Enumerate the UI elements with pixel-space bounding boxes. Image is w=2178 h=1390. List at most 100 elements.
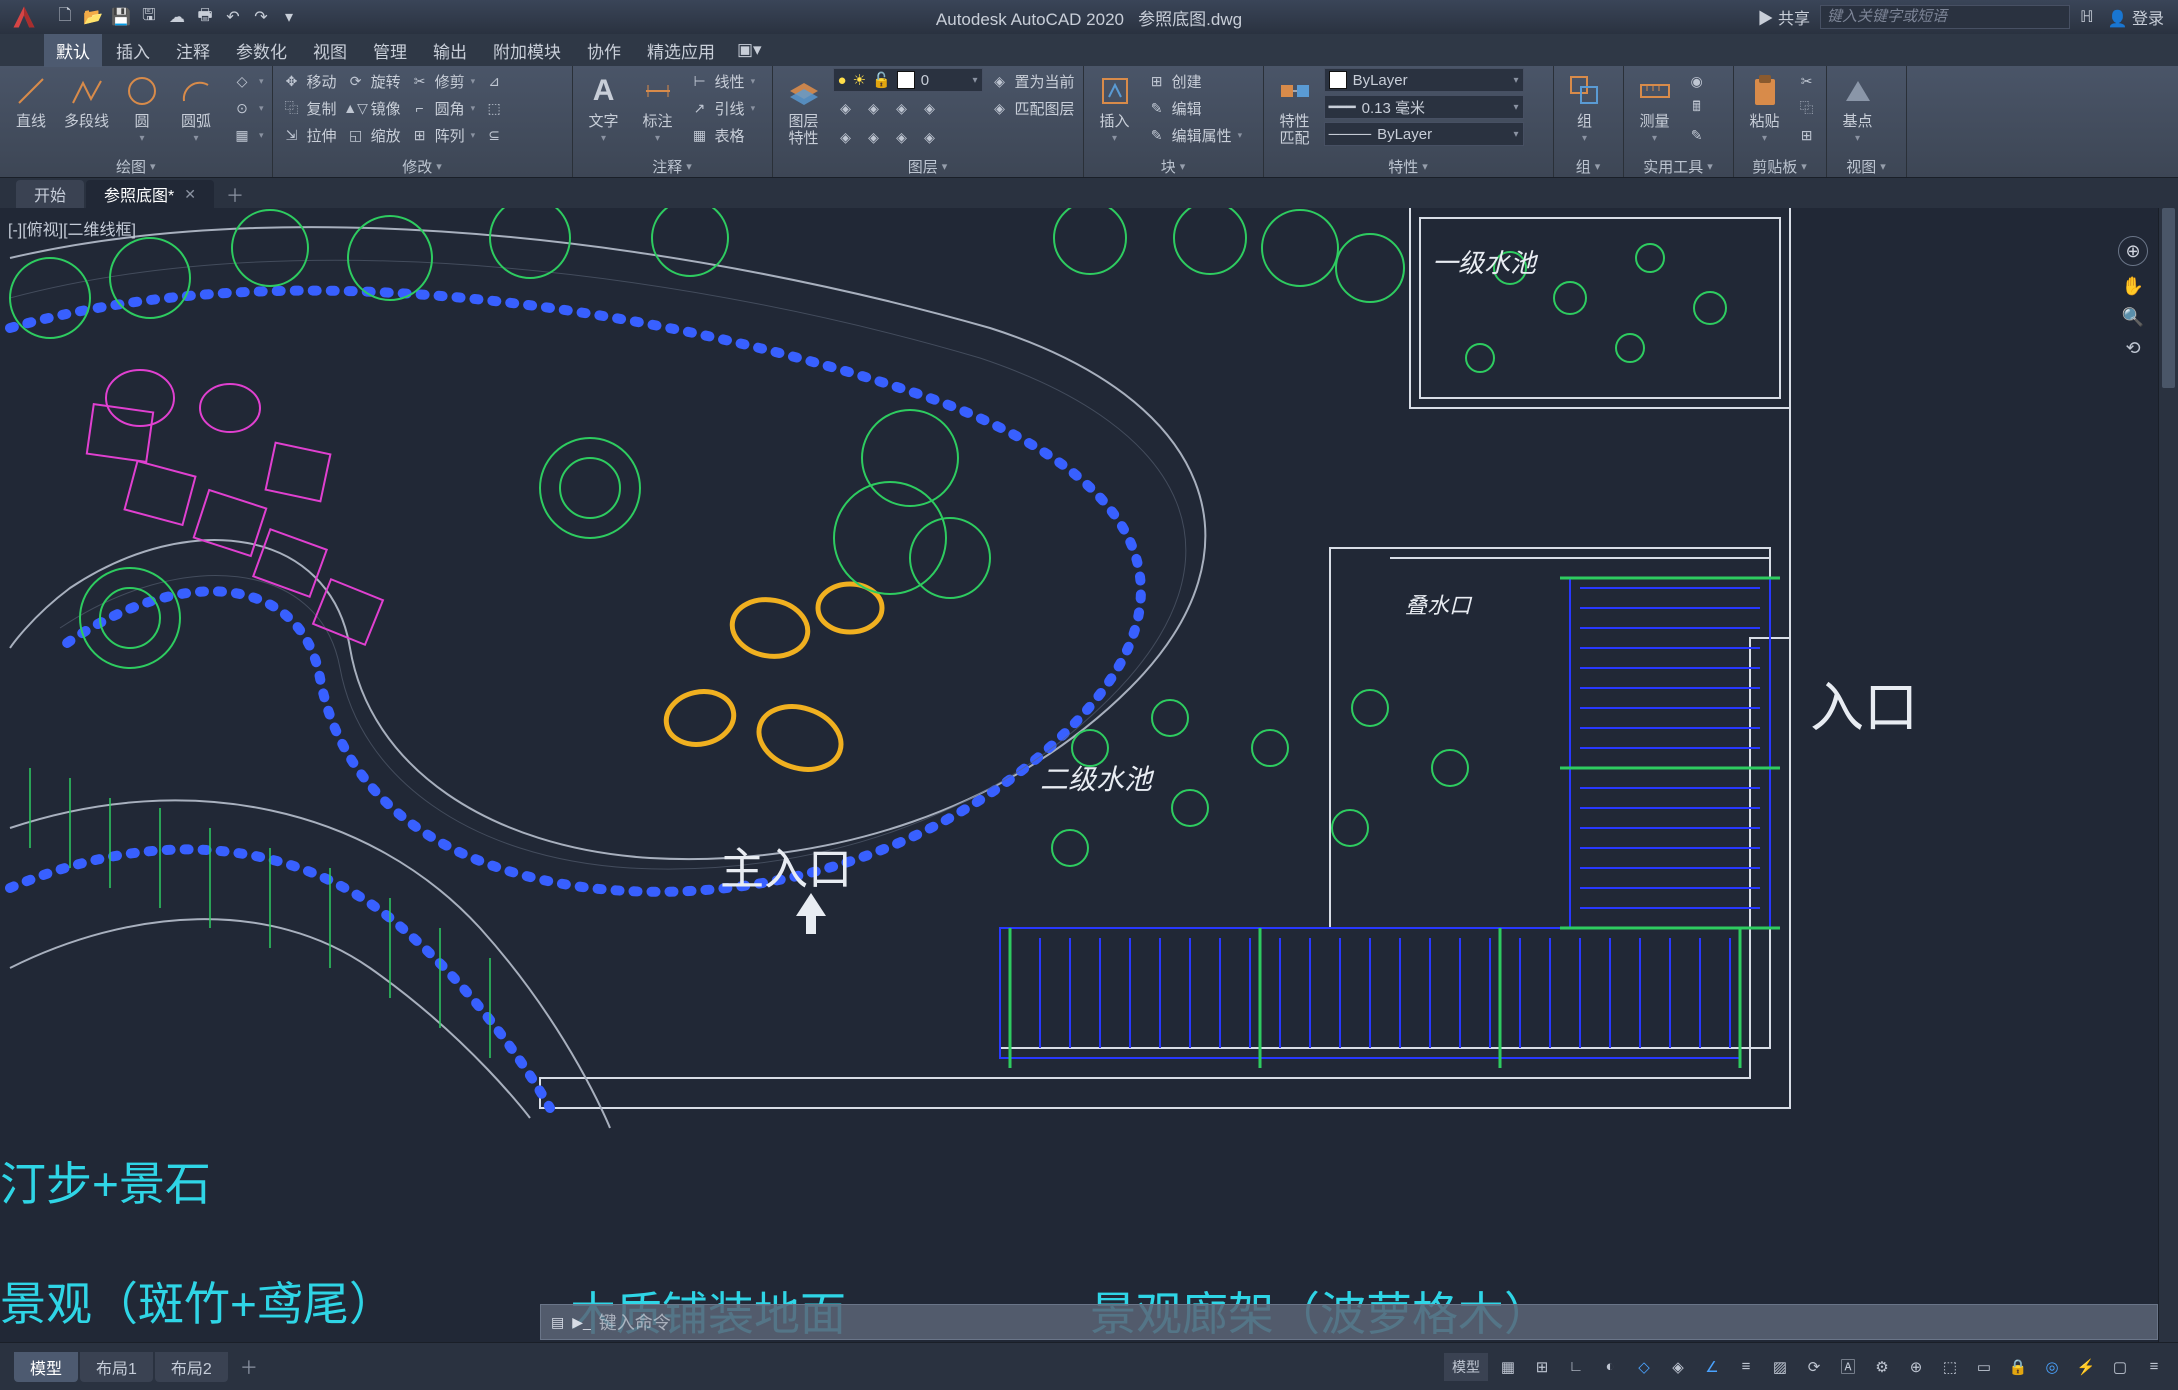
arc-button[interactable]: 圆弧▾	[171, 68, 221, 146]
status-anno-monitor-icon[interactable]: ⊕	[1902, 1353, 1930, 1381]
ribbon-tab-insert[interactable]: 插入	[104, 34, 162, 67]
edit-attr-button[interactable]: ✎编辑属性▾	[1144, 122, 1245, 148]
layer-mini-7[interactable]: ◈	[889, 124, 915, 150]
search-input[interactable]: 键入关键字或短语	[1820, 5, 2070, 29]
scrollbar-thumb[interactable]	[2162, 208, 2175, 388]
layer-mini-1[interactable]: ◈	[833, 95, 859, 121]
ribbon-tab-annotate[interactable]: 注释	[164, 34, 222, 67]
draw-misc-1[interactable]: ◇▾	[229, 68, 266, 94]
close-tab-icon[interactable]: ✕	[184, 186, 196, 203]
status-isolate-icon[interactable]: ◎	[2038, 1353, 2066, 1381]
insert-block-button[interactable]: 插入▾	[1090, 68, 1140, 146]
new-tab-icon[interactable]: ＋	[216, 182, 254, 208]
clip-misc-icon[interactable]: ⊞	[1794, 122, 1820, 148]
fillet-button[interactable]: ⌐圆角▾	[407, 95, 478, 121]
dimension-button[interactable]: 标注▾	[633, 68, 683, 146]
status-quickprops-icon[interactable]: ▭	[1970, 1353, 1998, 1381]
ribbon-tab-collab[interactable]: 协作	[575, 34, 633, 67]
modify-misc-2[interactable]: ⬚	[481, 95, 507, 121]
ribbon-tab-home[interactable]: 默认	[44, 34, 102, 67]
status-mode-button[interactable]: 模型	[1444, 1353, 1488, 1381]
status-osnap-icon[interactable]: ◇	[1630, 1353, 1658, 1381]
infocenter-icon[interactable]: ℍ	[2076, 7, 2098, 27]
copy-button[interactable]: ⿻复制	[279, 95, 339, 121]
array-button[interactable]: ⊞阵列▾	[407, 122, 478, 148]
navbar-pan-icon[interactable]: ✋	[2122, 276, 2144, 297]
plot-icon[interactable]: 🖶	[192, 5, 218, 29]
match-properties-button[interactable]: 特性 匹配	[1270, 68, 1320, 149]
base-button[interactable]: 基点▾	[1833, 68, 1883, 146]
util-mini-3[interactable]: ✎	[1684, 122, 1710, 148]
layer-mini-5[interactable]: ◈	[833, 124, 859, 150]
new-layout-icon[interactable]: ＋	[230, 1354, 268, 1380]
cut-icon[interactable]: ✂	[1794, 68, 1820, 94]
layer-mini-6[interactable]: ◈	[861, 124, 887, 150]
ribbon-tab-addins[interactable]: 附加模块	[481, 34, 573, 67]
util-mini-1[interactable]: ◉	[1684, 68, 1710, 94]
measure-button[interactable]: 测量▾	[1630, 68, 1680, 146]
line-button[interactable]: 直线	[6, 68, 56, 133]
layer-properties-button[interactable]: 图层 特性	[779, 68, 829, 149]
paste-button[interactable]: 粘贴▾	[1740, 68, 1790, 146]
draw-misc-2[interactable]: ⊙▾	[229, 95, 266, 121]
status-grid-icon[interactable]: ▦	[1494, 1353, 1522, 1381]
layer-mini-3[interactable]: ◈	[889, 95, 915, 121]
ribbon-tab-parametric[interactable]: 参数化	[224, 34, 299, 67]
undo-icon[interactable]: ↶	[220, 5, 246, 29]
modify-misc-3[interactable]: ⊆	[481, 122, 507, 148]
web-open-icon[interactable]: ☁	[164, 5, 190, 29]
ribbon-tab-more-icon[interactable]: ▣▾	[729, 36, 770, 64]
layer-mini-8[interactable]: ◈	[917, 124, 943, 150]
status-snap-icon[interactable]: ⊞	[1528, 1353, 1556, 1381]
match-layer-button[interactable]: ◈匹配图层	[987, 95, 1077, 121]
status-transparency-icon[interactable]: ▨	[1766, 1353, 1794, 1381]
status-polar-icon[interactable]: ◐	[1596, 1353, 1624, 1381]
layer-combo[interactable]: ●☀🔓0▾	[833, 68, 983, 92]
stretch-button[interactable]: ⇲拉伸	[279, 122, 339, 148]
layout-tab-model[interactable]: 模型	[14, 1352, 78, 1382]
status-cycling-icon[interactable]: ⟳	[1800, 1353, 1828, 1381]
login-button[interactable]: 👤 登录	[2104, 5, 2168, 29]
layout-tab-2[interactable]: 布局2	[155, 1352, 228, 1382]
saveas-icon[interactable]: 🖫	[136, 5, 162, 29]
color-combo[interactable]: ByLayer▾	[1324, 68, 1524, 92]
ribbon-tab-output[interactable]: 输出	[421, 34, 479, 67]
layer-mini-4[interactable]: ◈	[917, 95, 943, 121]
ribbon-tab-manage[interactable]: 管理	[361, 34, 419, 67]
status-3dosnap-icon[interactable]: ◈	[1664, 1353, 1692, 1381]
share-button[interactable]: ▶ 共享	[1754, 5, 1814, 29]
lineweight-combo[interactable]: ━━━0.13 毫米▾	[1324, 95, 1524, 119]
vertical-scrollbar[interactable]	[2158, 208, 2178, 1342]
new-icon[interactable]: 🗋	[52, 5, 78, 29]
text-button[interactable]: A文字▾	[579, 68, 629, 146]
navbar-orbit-icon[interactable]: ⟲	[2125, 338, 2140, 359]
status-lineweight-icon[interactable]: ≡	[1732, 1353, 1760, 1381]
status-hardware-icon[interactable]: ⚡	[2072, 1353, 2100, 1381]
app-logo[interactable]	[4, 0, 44, 34]
modify-misc-1[interactable]: ⊿	[481, 68, 507, 94]
open-icon[interactable]: 📂	[80, 5, 106, 29]
circle-button[interactable]: 圆▾	[117, 68, 167, 146]
status-clean-icon[interactable]: ▢	[2106, 1353, 2134, 1381]
doctab-file[interactable]: 参照底图*✕	[86, 180, 214, 208]
layout-tab-1[interactable]: 布局1	[80, 1352, 153, 1382]
status-osnap-track-icon[interactable]: ∠	[1698, 1353, 1726, 1381]
status-anno-icon[interactable]: 🄰	[1834, 1353, 1862, 1381]
doctab-start[interactable]: 开始	[16, 180, 84, 208]
table-button[interactable]: ▦表格	[687, 122, 758, 148]
rotate-button[interactable]: ⟳旋转	[343, 68, 403, 94]
qat-dropdown-icon[interactable]: ▾	[276, 5, 302, 29]
trim-button[interactable]: ✂修剪▾	[407, 68, 478, 94]
util-mini-2[interactable]: 🖩	[1684, 95, 1710, 121]
scale-button[interactable]: ◱缩放	[343, 122, 403, 148]
linetype-button[interactable]: ⊢线性▾	[687, 68, 758, 94]
copy-clip-icon[interactable]: ⿻	[1794, 95, 1820, 121]
create-block-button[interactable]: ⊞创建	[1144, 68, 1245, 94]
status-ortho-icon[interactable]: ∟	[1562, 1353, 1590, 1381]
draw-misc-3[interactable]: ▦▾	[229, 122, 266, 148]
save-icon[interactable]: 💾	[108, 5, 134, 29]
drawing-canvas[interactable]: [-][俯视][二维线框]	[0, 208, 2178, 1342]
edit-block-button[interactable]: ✎编辑	[1144, 95, 1245, 121]
make-current-button[interactable]: ◈置为当前	[987, 68, 1077, 94]
leader-button[interactable]: ↗引线▾	[687, 95, 758, 121]
